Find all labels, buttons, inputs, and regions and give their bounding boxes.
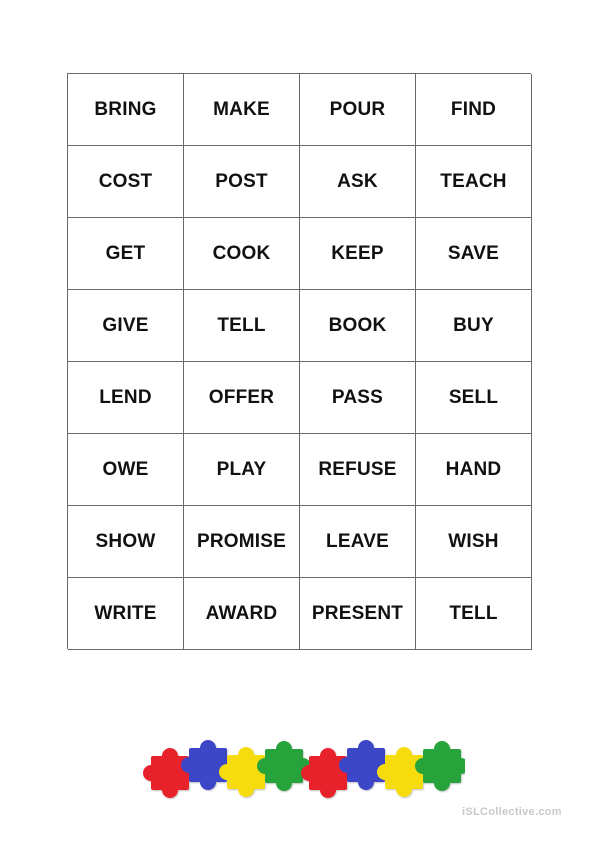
word-card: GET <box>68 218 184 290</box>
word-card: POUR <box>300 74 416 146</box>
word-card: PLAY <box>184 434 300 506</box>
word-card: COOK <box>184 218 300 290</box>
word-card-grid: BRING MAKE POUR FIND COST POST ASK TEACH… <box>67 73 532 650</box>
word-card: PASS <box>300 362 416 434</box>
puzzle-pieces-icon <box>143 740 465 798</box>
word-card: REFUSE <box>300 434 416 506</box>
watermark-text: iSLCollective.com <box>462 806 562 818</box>
word-card: KEEP <box>300 218 416 290</box>
worksheet-page: BRING MAKE POUR FIND COST POST ASK TEACH… <box>0 0 601 849</box>
word-card: SELL <box>416 362 532 434</box>
word-card: COST <box>68 146 184 218</box>
word-card: WRITE <box>68 578 184 650</box>
word-card: BOOK <box>300 290 416 362</box>
word-card: ASK <box>300 146 416 218</box>
word-card: MAKE <box>184 74 300 146</box>
word-card: PRESENT <box>300 578 416 650</box>
word-card: TELL <box>416 578 532 650</box>
word-card: WISH <box>416 506 532 578</box>
word-card: TELL <box>184 290 300 362</box>
word-card: HAND <box>416 434 532 506</box>
word-card: FIND <box>416 74 532 146</box>
puzzle-piece-icon <box>301 748 355 798</box>
word-card: TEACH <box>416 146 532 218</box>
word-card: BRING <box>68 74 184 146</box>
word-card: BUY <box>416 290 532 362</box>
puzzle-piece-icon <box>257 741 311 791</box>
word-card: LEND <box>68 362 184 434</box>
word-card: PROMISE <box>184 506 300 578</box>
word-card: SHOW <box>68 506 184 578</box>
word-card: GIVE <box>68 290 184 362</box>
word-card: OWE <box>68 434 184 506</box>
word-card: LEAVE <box>300 506 416 578</box>
word-card: OFFER <box>184 362 300 434</box>
word-card: AWARD <box>184 578 300 650</box>
puzzle-piece-icon <box>143 748 197 798</box>
word-card: SAVE <box>416 218 532 290</box>
word-card: POST <box>184 146 300 218</box>
